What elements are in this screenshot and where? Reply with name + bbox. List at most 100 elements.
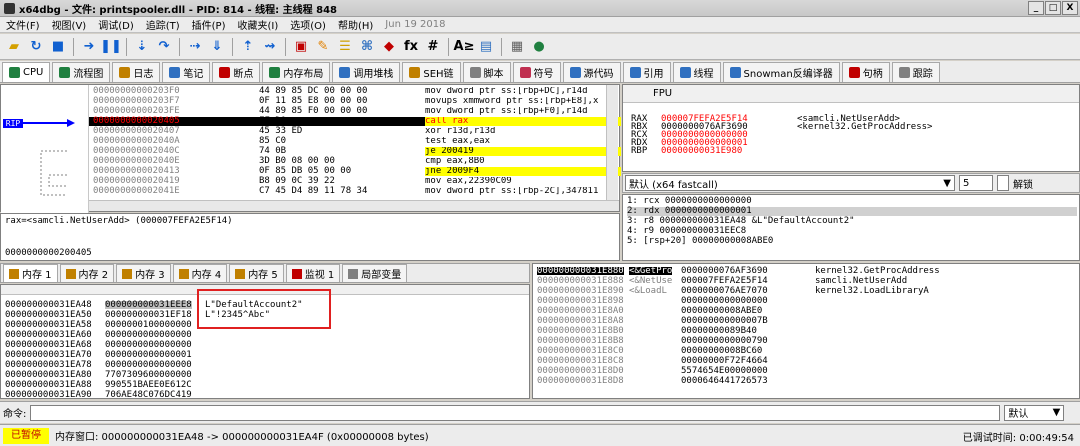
stack-view[interactable]: 000000000031E880 <&GetPro 0000000076AF3690… [532, 263, 1080, 399]
disassembly-view[interactable]: RIP 00000000000203F0 44 89 85 DC 00 00 00… [0, 84, 621, 213]
tab-5[interactable]: 内存布局 [262, 62, 331, 82]
menu-item[interactable]: 帮助(H) [332, 17, 379, 32]
argument-row[interactable]: 4: r9 000000000031EEC8 [627, 227, 746, 236]
disasm-row[interactable]: 0000000000020413 0F 85 DB 05 00 00 jne 200… [89, 167, 621, 176]
tab-10[interactable]: 源代码 [562, 62, 621, 82]
close-file-icon[interactable]: ■ [48, 37, 68, 57]
stack-address[interactable]: 000000000031E888 [537, 277, 624, 286]
disasm-row[interactable]: 00000000000203F0 44 89 85 DC 00 00 00 mov … [89, 87, 607, 96]
tab-12[interactable]: 线程 [672, 62, 721, 82]
command-input[interactable] [30, 404, 1001, 421]
run-to-user-code-icon[interactable]: ⇝ [260, 37, 280, 57]
memory-tab-5[interactable]: 监视 1 [285, 264, 341, 282]
stack-address[interactable]: 000000000031E898 [537, 297, 624, 306]
open-icon[interactable]: ▰ [4, 37, 24, 57]
scylla-icon[interactable]: ▣ [291, 37, 311, 57]
tab-6[interactable]: 调用堆栈 [332, 62, 401, 82]
tab-2[interactable]: 日志 [112, 62, 161, 82]
tab-7[interactable]: SEH链 [402, 62, 461, 82]
run-icon[interactable]: ➜ [79, 37, 99, 57]
tab-11[interactable]: 引用 [622, 62, 671, 82]
dump-value[interactable]: 706AE48C076DC419 [105, 391, 192, 400]
disasm-hscrollbar[interactable] [89, 200, 619, 211]
stack-address[interactable]: 000000000031E8A0 [537, 307, 624, 316]
globe-icon[interactable]: ● [529, 37, 549, 57]
callconv-select[interactable]: 默认 (x64 fastcall) ▼ [625, 175, 955, 191]
memory-tab-0[interactable]: 内存 1 [3, 264, 58, 282]
disasm-row[interactable]: 00000000000203FE 44 89 85 F0 00 00 00 mov … [89, 107, 607, 116]
stack-address[interactable]: 000000000031E890 [537, 287, 624, 296]
dump-value[interactable]: 000000000031EEE8 [105, 301, 192, 310]
disasm-row[interactable]: 000000000002040C 74 0B je 200419 [89, 147, 621, 156]
menu-item[interactable]: 文件(F) [0, 17, 46, 32]
stack-address[interactable]: 000000000031E8C0 [537, 347, 624, 356]
patch-icon[interactable]: ✎ [313, 37, 333, 57]
strings-icon[interactable]: A≥ [454, 37, 475, 57]
step-into-icon[interactable]: ⇣ [132, 37, 152, 57]
step-over-icon[interactable]: ↷ [154, 37, 174, 57]
dump-value[interactable]: 0000000000000001 [105, 351, 192, 360]
memory-tab-4[interactable]: 内存 5 [229, 264, 284, 282]
dump-value[interactable]: 0000000100000000 [105, 321, 192, 330]
argument-row[interactable]: 3: r8 000000000031EA48 &L"DefaultAccount… [627, 217, 855, 226]
minimize-button[interactable]: _ [1028, 1, 1044, 15]
menu-item[interactable]: 视图(V) [46, 17, 93, 32]
tab-1[interactable]: 流程图 [52, 62, 111, 82]
command-mode-select[interactable]: 默认 ▼ [1004, 404, 1065, 421]
tab-15[interactable]: 跟踪 [891, 62, 940, 82]
stack-address[interactable]: 000000000031E8C8 [537, 357, 624, 366]
pause-icon[interactable]: ❚❚ [100, 37, 122, 57]
memory-tab-3[interactable]: 内存 4 [172, 264, 228, 282]
disasm-row[interactable]: 000000000002041E C7 45 D4 89 11 78 34 mov … [89, 187, 607, 196]
argument-row[interactable]: 1: rcx 0000000000000000 [627, 197, 752, 206]
argument-row[interactable]: 2: rdx 0000000000000001 [627, 207, 1077, 216]
tab-9[interactable]: 符号 [512, 62, 561, 82]
stack-address[interactable]: 000000000031E8B8 [537, 337, 624, 346]
tab-3[interactable]: 笔记 [162, 62, 211, 82]
stack-address[interactable]: 000000000031E8A8 [537, 317, 624, 326]
bookmarks-icon[interactable]: ◆ [379, 37, 399, 57]
memory-tab-2[interactable]: 内存 3 [116, 264, 171, 282]
dump-value[interactable]: 0000000000000000 [105, 341, 192, 350]
registers-panel[interactable]: FPU RAX 000007FEFA2E5F14 <samcli.NetUserAd… [622, 84, 1080, 172]
calculator-icon[interactable]: ▦ [507, 37, 527, 57]
dump-value[interactable]: 7707309600000000 [105, 371, 192, 380]
disasm-row[interactable]: 000000000002040A 85 C0 test eax,eax [89, 137, 607, 146]
stack-address[interactable]: 000000000031E8D0 [537, 367, 624, 376]
dump-value[interactable]: 000000000031EF18 [105, 311, 192, 320]
lock-checkbox[interactable] [997, 175, 1009, 191]
labels-icon[interactable]: ⌘ [357, 37, 377, 57]
trace-over-icon[interactable]: ⇓ [207, 37, 227, 57]
menu-item[interactable]: 插件(P) [186, 17, 232, 32]
dump-value[interactable]: 990551BAEE0E612C [105, 381, 192, 390]
functions-icon[interactable]: fx [401, 37, 421, 57]
menu-item[interactable]: 追踪(T) [140, 17, 186, 32]
stack-address[interactable]: 000000000031E8B0 [537, 327, 624, 336]
tab-13[interactable]: Snowman反编译器 [722, 62, 840, 82]
argument-row[interactable]: 5: [rsp+20] 00000000008ABE0 [627, 237, 773, 246]
dump-value[interactable]: 0000000000000000 [105, 361, 192, 370]
memory-tab-6[interactable]: 局部变量 [342, 264, 408, 282]
register-row[interactable]: RBP 00000000031E980 [631, 147, 797, 156]
tab-8[interactable]: 脚本 [462, 62, 511, 82]
disasm-row[interactable]: 00000000000203F7 0F 11 85 E8 00 00 00 movu… [89, 97, 607, 106]
dump-value[interactable]: 0000000000000000 [105, 331, 192, 340]
menu-item[interactable]: 收藏夹(I) [232, 17, 285, 32]
disasm-row[interactable]: 0000000000020407 45 33 ED xor r13d,r13d [89, 127, 607, 136]
disasm-scrollbar[interactable] [606, 85, 618, 201]
menu-item[interactable]: 调试(D) [92, 17, 140, 32]
restart-icon[interactable]: ↻ [26, 37, 46, 57]
script-icon[interactable]: ▤ [476, 37, 496, 57]
execute-till-return-icon[interactable]: ⇡ [238, 37, 258, 57]
disasm-row[interactable]: 0000000000020419 B8 09 0C 39 22 mov eax,22… [89, 177, 607, 186]
comments-icon[interactable]: ☰ [335, 37, 355, 57]
stack-address[interactable]: 000000000031E880 [537, 267, 624, 276]
disasm-row[interactable]: 0000000000020405 FF D0 call rax [89, 117, 621, 126]
hash-icon[interactable]: # [423, 37, 443, 57]
tab-0[interactable]: CPU [2, 62, 51, 82]
maximize-button[interactable]: □ [1045, 1, 1061, 15]
stack-address[interactable]: 000000000031E8D8 [537, 377, 624, 386]
fpu-header[interactable]: FPU [623, 85, 1079, 103]
tab-4[interactable]: 断点 [212, 62, 261, 82]
arg-count-stepper[interactable]: 5 [959, 175, 993, 191]
